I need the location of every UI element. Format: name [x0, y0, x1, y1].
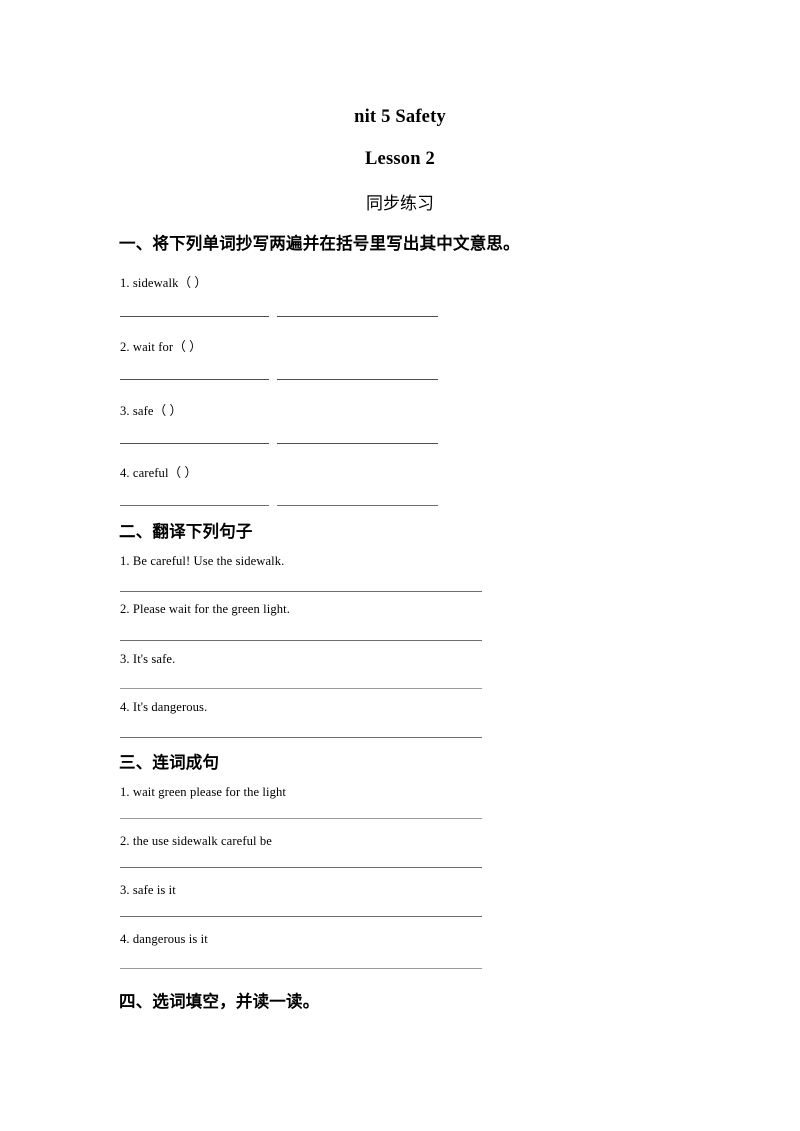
- section-3-item-3: 3. safe is it: [120, 883, 176, 897]
- section-heading-3: 三、连词成句: [119, 753, 220, 772]
- document-page: nit 5 Safety Lesson 2 同步练习 一、将下列单词抄写两遍并在…: [0, 0, 800, 1131]
- answer-line-3a[interactable]: [120, 443, 269, 444]
- answer-line-2b[interactable]: [277, 379, 438, 380]
- document-title-unit: nit 5 Safety: [354, 107, 446, 127]
- section-heading-2: 二、翻译下列句子: [119, 522, 253, 541]
- answer-line-1b[interactable]: [277, 316, 438, 317]
- section-1-item-2: 2. wait for（ ）: [120, 340, 202, 354]
- section-2-item-1: 1. Be careful! Use the sidewalk.: [120, 554, 285, 568]
- section-1-item-4: 4. careful（ ）: [120, 466, 198, 480]
- answer-line-10[interactable]: [120, 867, 482, 868]
- section-3-item-4: 4. dangerous is it: [120, 932, 208, 946]
- section-3-item-2: 2. the use sidewalk careful be: [120, 834, 272, 848]
- document-title-subtitle: 同步练习: [366, 194, 434, 214]
- answer-line-5[interactable]: [120, 591, 482, 592]
- answer-line-2a[interactable]: [120, 379, 269, 380]
- section-heading-1: 一、将下列单词抄写两遍并在括号里写出其中文意思。: [119, 234, 520, 253]
- answer-line-3b[interactable]: [277, 443, 438, 444]
- section-2-item-3: 3. It's safe.: [120, 652, 176, 666]
- answer-line-4b[interactable]: [277, 505, 438, 506]
- answer-line-6[interactable]: [120, 640, 482, 641]
- section-1-item-1: 1. sidewalk（ ）: [120, 276, 208, 290]
- section-1-item-3: 3. safe（ ）: [120, 404, 183, 418]
- section-heading-4: 四、选词填空，并读一读。: [119, 992, 320, 1011]
- answer-line-12[interactable]: [120, 968, 482, 969]
- section-2-item-4: 4. It's dangerous.: [120, 700, 208, 714]
- document-title-lesson: Lesson 2: [365, 149, 435, 169]
- answer-line-1a[interactable]: [120, 316, 269, 317]
- answer-line-11[interactable]: [120, 916, 482, 917]
- answer-line-8[interactable]: [120, 737, 482, 738]
- answer-line-4a[interactable]: [120, 505, 269, 506]
- section-2-item-2: 2. Please wait for the green light.: [120, 602, 290, 616]
- answer-line-9[interactable]: [120, 818, 482, 819]
- section-3-item-1: 1. wait green please for the light: [120, 785, 287, 799]
- answer-line-7[interactable]: [120, 688, 482, 689]
